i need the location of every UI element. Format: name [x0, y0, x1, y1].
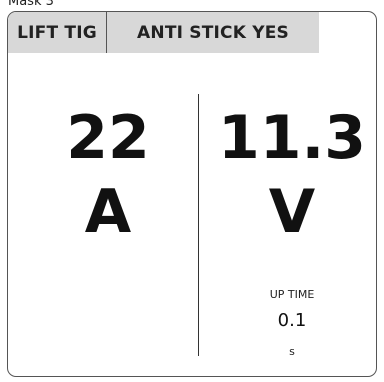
- current-value: 22: [66, 103, 150, 173]
- welding-mode-label: LIFT TIG: [8, 12, 107, 53]
- status-bar: LIFT TIG ANTI STICK YES: [8, 12, 319, 53]
- voltage-unit: V: [268, 177, 316, 247]
- parameter-value: 0.1: [277, 310, 307, 331]
- parameter-label: UP TIME: [269, 288, 315, 301]
- vertical-divider: [198, 94, 199, 356]
- anti-stick-status: ANTI STICK YES: [107, 12, 319, 53]
- parameter-unit: s: [289, 345, 295, 358]
- welder-display-panel: LIFT TIG ANTI STICK YES 22 A 11.3 V UP T…: [7, 11, 377, 377]
- current-unit: A: [84, 177, 132, 247]
- voltage-value: 11.3: [217, 103, 367, 173]
- mask-caption: Mask 3: [8, 0, 54, 9]
